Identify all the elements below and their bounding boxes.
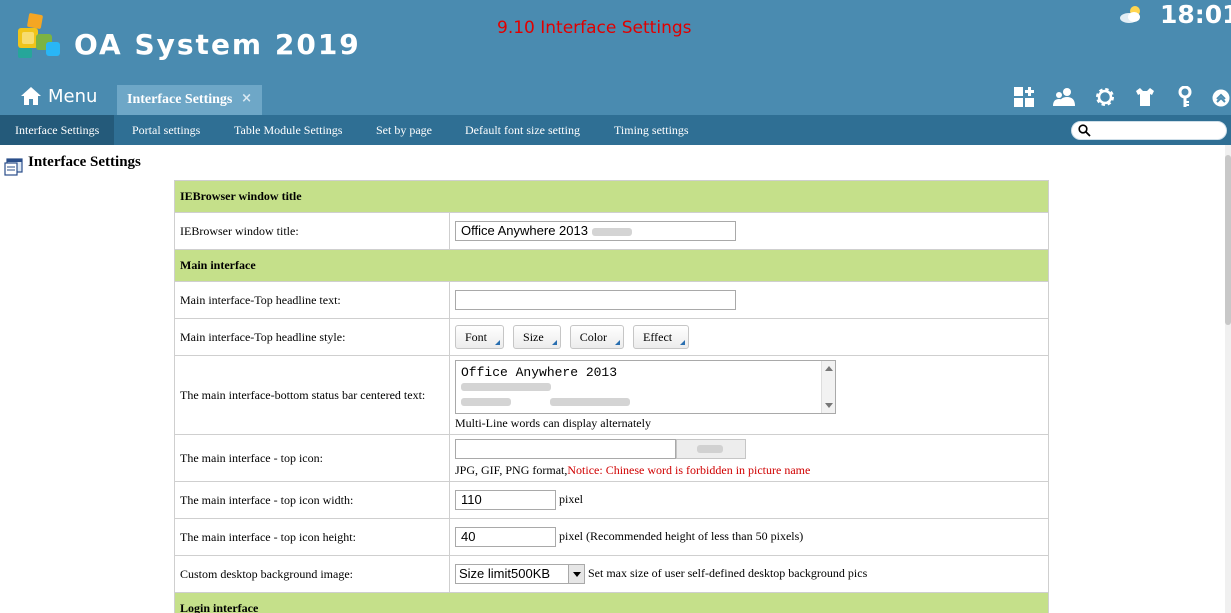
status-hint: Multi-Line words can display alternately	[455, 415, 651, 430]
home-icon	[21, 87, 41, 105]
top-header: OA System 2019 9.10 Interface Settings 1…	[0, 0, 1231, 115]
table-row: Main interface-Top headline text:	[174, 281, 1049, 319]
status-text-textarea[interactable]: Office Anywhere 2013	[455, 359, 836, 414]
size-button[interactable]: Size	[513, 325, 561, 349]
key-icon[interactable]	[1174, 86, 1196, 108]
banner-note: 9.10 Interface Settings	[497, 18, 692, 38]
bg-image-label: Custom desktop background image:	[174, 555, 450, 593]
ie-title-label: IEBrowser window title:	[174, 212, 450, 250]
subnav-timing-settings[interactable]: Timing settings	[599, 115, 704, 145]
subnav-set-by-page[interactable]: Set by page	[361, 115, 447, 145]
apps-icon[interactable]	[1013, 86, 1035, 108]
subnav-portal-settings[interactable]: Portal settings	[117, 115, 215, 145]
users-icon[interactable]	[1053, 86, 1075, 108]
top-icon-hint: JPG, GIF, PNG format,	[455, 462, 568, 477]
color-button[interactable]: Color	[569, 325, 625, 349]
search-input[interactable]	[1071, 121, 1227, 140]
page-scrollbar[interactable]	[1225, 145, 1231, 613]
chevron-down-icon[interactable]	[568, 565, 584, 583]
section-main-interface: Main interface	[174, 249, 1049, 282]
section-heading: Main interface	[174, 249, 1049, 282]
page-title: Interface Settings	[28, 154, 141, 170]
app-title: OA System 2019	[74, 28, 361, 61]
table-row: The main interface - top icon width: 110…	[174, 481, 1049, 519]
textarea-scrollbar[interactable]	[821, 360, 835, 413]
section-heading: Login interface	[174, 592, 1049, 613]
status-text-label: The main interface-bottom status bar cen…	[174, 355, 450, 435]
top-text-label: Main interface-Top headline text:	[174, 281, 450, 319]
table-row: Main interface-Top headline style: Font …	[174, 318, 1049, 356]
table-row: IEBrowser window title: Office Anywhere …	[174, 212, 1049, 250]
effect-button[interactable]: Effect	[633, 325, 690, 349]
browse-button[interactable]	[676, 438, 746, 459]
subnav-default-font-size[interactable]: Default font size setting	[450, 115, 595, 145]
icon-width-unit: pixel	[559, 491, 583, 506]
icon-height-unit: pixel (Recommended height of less than 5…	[559, 528, 804, 543]
menu-button[interactable]: Menu	[20, 83, 97, 109]
section-heading: IEBrowser window title	[174, 180, 1049, 213]
section-login-interface: Login interface	[174, 592, 1049, 613]
menu-label: Menu	[48, 85, 98, 107]
icon-width-input[interactable]: 110	[455, 490, 556, 510]
gear-icon[interactable]	[1094, 86, 1116, 108]
clock: 18:01	[1160, 0, 1231, 29]
settings-table: IEBrowser window title IEBrowser window …	[174, 180, 1049, 613]
settings-page-icon	[4, 158, 23, 176]
bg-size-select[interactable]: Size limit500KB	[455, 564, 585, 584]
table-row: The main interface-bottom status bar cen…	[174, 355, 1049, 435]
subnav-interface-settings[interactable]: Interface Settings	[0, 115, 115, 145]
icon-height-label: The main interface - top icon height:	[174, 518, 450, 556]
section-ie-title: IEBrowser window title	[174, 180, 1049, 213]
sub-navigation: Interface Settings Portal settings Table…	[0, 115, 1231, 145]
close-icon[interactable]: ×	[241, 91, 252, 106]
table-row: The main interface - top icon height: 40…	[174, 518, 1049, 556]
weather-icon	[1120, 6, 1140, 23]
bg-image-hint: Set max size of user self-defined deskto…	[588, 565, 868, 580]
top-style-label: Main interface-Top headline style:	[174, 318, 450, 356]
table-row: The main interface - top icon: JPG, GIF,…	[174, 434, 1049, 482]
top-icon-label: The main interface - top icon:	[174, 434, 450, 482]
top-icon-notice: Notice: Chinese word is forbidden in pic…	[567, 462, 811, 477]
collapse-up-icon[interactable]	[1212, 89, 1230, 107]
tab-label: Interface Settings	[127, 92, 233, 107]
icon-height-input[interactable]: 40	[455, 527, 556, 547]
shirt-icon[interactable]	[1134, 86, 1156, 108]
subnav-table-module-settings[interactable]: Table Module Settings	[219, 115, 357, 145]
top-icon-file-input[interactable]	[455, 438, 676, 459]
ie-title-input[interactable]: Office Anywhere 2013	[455, 221, 736, 241]
search-icon	[1078, 124, 1091, 137]
top-text-input[interactable]	[455, 290, 736, 310]
font-button[interactable]: Font	[455, 325, 505, 349]
icon-width-label: The main interface - top icon width:	[174, 481, 450, 519]
table-row: Custom desktop background image: Size li…	[174, 555, 1049, 593]
logo-icon	[18, 13, 60, 58]
tab-interface-settings[interactable]: Interface Settings ×	[117, 85, 262, 115]
